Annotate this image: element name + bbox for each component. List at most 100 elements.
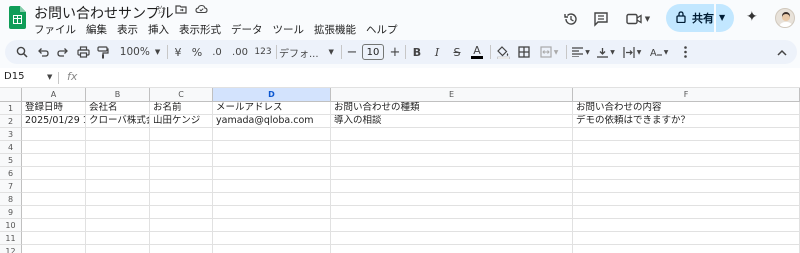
menu-insert[interactable]: 挿入 (148, 22, 174, 37)
font-size-decrease-button[interactable]: − (345, 40, 359, 64)
font-size-input[interactable]: 10 (362, 44, 384, 60)
gemini-sparkle-icon[interactable]: ✦ (746, 9, 758, 25)
row-header[interactable]: 6 (0, 167, 22, 180)
row-header[interactable]: 9 (0, 206, 22, 219)
undo-icon[interactable] (35, 40, 51, 64)
cell-b4[interactable] (86, 141, 150, 154)
cell-e3[interactable] (331, 128, 573, 141)
row-header[interactable]: 5 (0, 154, 22, 167)
cell-a7[interactable] (22, 180, 86, 193)
cell-b2[interactable]: クローバ株式会社 (86, 115, 150, 128)
cell-a4[interactable] (22, 141, 86, 154)
cell-c11[interactable] (150, 232, 213, 245)
cell-d2[interactable]: yamada@qloba.com (213, 115, 331, 128)
cell-a12[interactable] (22, 245, 86, 253)
cell-f12[interactable] (573, 245, 800, 253)
cell-f3[interactable] (573, 128, 800, 141)
cell-e10[interactable] (331, 219, 573, 232)
cell-d6[interactable] (213, 167, 331, 180)
cell-b5[interactable] (86, 154, 150, 167)
cell-c12[interactable] (150, 245, 213, 253)
vertical-align-icon[interactable]: ▼ (595, 40, 617, 64)
document-title[interactable]: お問い合わせサンプル (34, 3, 174, 23)
cell-a3[interactable] (22, 128, 86, 141)
text-rotation-icon[interactable]: A ▼ (647, 40, 671, 64)
share-dropdown-icon[interactable]: ▼ (719, 13, 725, 22)
italic-button[interactable]: I (429, 40, 445, 64)
search-menus-icon[interactable] (13, 40, 31, 64)
cell-e2[interactable]: 導入の相談 (331, 115, 573, 128)
row-header[interactable]: 8 (0, 193, 22, 206)
cell-a5[interactable] (22, 154, 86, 167)
cell-b12[interactable] (86, 245, 150, 253)
cell-f8[interactable] (573, 193, 800, 206)
bold-button[interactable]: B (409, 40, 425, 64)
menu-help[interactable]: ヘルプ (366, 22, 403, 37)
cell-f1[interactable]: お問い合わせの内容 (573, 102, 800, 115)
column-header-d[interactable]: D (213, 88, 331, 102)
merge-cells-icon[interactable]: ▼ (536, 40, 562, 64)
cell-f2[interactable]: デモの依頼はできますか？ (573, 115, 800, 128)
cell-d11[interactable] (213, 232, 331, 245)
name-box-chevron-down-icon[interactable]: ▼ (47, 73, 52, 81)
cell-e4[interactable] (331, 141, 573, 154)
font-family-select[interactable]: デフォ... ▼ (279, 40, 339, 64)
cell-e7[interactable] (331, 180, 573, 193)
print-icon[interactable] (75, 40, 91, 64)
increase-decimal-button[interactable]: .00 (229, 40, 251, 64)
cell-c1[interactable]: お名前 (150, 102, 213, 115)
star-icon[interactable]: ☆ (156, 3, 167, 18)
cell-d5[interactable] (213, 154, 331, 167)
cell-b9[interactable] (86, 206, 150, 219)
collapse-menus-chevron-up-icon[interactable] (773, 40, 791, 64)
more-formats-button[interactable]: 123 (253, 40, 273, 64)
cell-c5[interactable] (150, 154, 213, 167)
select-all-corner[interactable] (0, 88, 22, 102)
cell-a2[interactable]: 2025/01/29 17:4 (22, 115, 86, 128)
row-header[interactable]: 3 (0, 128, 22, 141)
cell-d10[interactable] (213, 219, 331, 232)
text-wrapping-icon[interactable]: ▼ (620, 40, 644, 64)
fill-color-icon[interactable] (494, 40, 512, 64)
row-header[interactable]: 1 (0, 102, 22, 115)
cell-d12[interactable] (213, 245, 331, 253)
cell-c6[interactable] (150, 167, 213, 180)
cell-b7[interactable] (86, 180, 150, 193)
redo-icon[interactable] (55, 40, 71, 64)
cell-a9[interactable] (22, 206, 86, 219)
cell-e12[interactable] (331, 245, 573, 253)
cell-e1[interactable]: お問い合わせの種類 (331, 102, 573, 115)
cell-b6[interactable] (86, 167, 150, 180)
cell-e8[interactable] (331, 193, 573, 206)
font-size-increase-button[interactable]: + (388, 40, 402, 64)
cell-c4[interactable] (150, 141, 213, 154)
cell-b11[interactable] (86, 232, 150, 245)
menu-tools[interactable]: ツール (273, 22, 310, 37)
cell-f7[interactable] (573, 180, 800, 193)
cell-f4[interactable] (573, 141, 800, 154)
comments-icon[interactable] (589, 7, 613, 31)
cell-b1[interactable]: 会社名 (86, 102, 150, 115)
cell-e9[interactable] (331, 206, 573, 219)
cell-a1[interactable]: 登録日時 (22, 102, 86, 115)
percent-format-button[interactable]: % (190, 40, 204, 64)
horizontal-align-icon[interactable]: ▼ (570, 40, 592, 64)
cell-d9[interactable] (213, 206, 331, 219)
cell-c8[interactable] (150, 193, 213, 206)
cell-a6[interactable] (22, 167, 86, 180)
zoom-select[interactable]: 100% ▼ (117, 40, 163, 64)
cell-c10[interactable] (150, 219, 213, 232)
sheets-logo-icon[interactable] (9, 6, 26, 29)
name-box[interactable]: D15 (4, 71, 24, 82)
cell-a11[interactable] (22, 232, 86, 245)
cell-e6[interactable] (331, 167, 573, 180)
column-header-b[interactable]: B (86, 88, 150, 102)
borders-icon[interactable] (515, 40, 533, 64)
cell-a8[interactable] (22, 193, 86, 206)
cell-f9[interactable] (573, 206, 800, 219)
cell-c2[interactable]: 山田ケンジ (150, 115, 213, 128)
paint-format-icon[interactable] (95, 40, 111, 64)
row-header[interactable]: 4 (0, 141, 22, 154)
strikethrough-button[interactable]: S (449, 40, 465, 64)
cell-d4[interactable] (213, 141, 331, 154)
